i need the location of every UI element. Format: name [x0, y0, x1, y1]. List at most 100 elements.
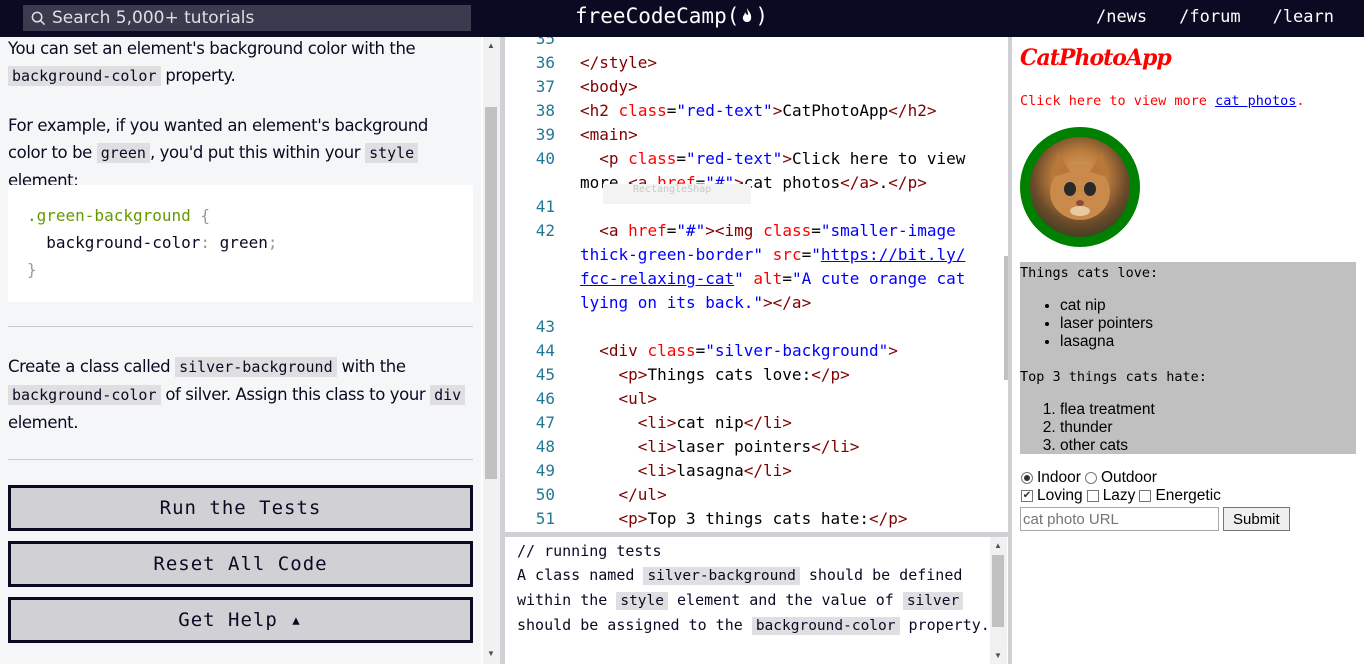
console-header: // running tests [517, 542, 662, 560]
scrollbar-thumb[interactable] [485, 107, 497, 479]
instruction-paragraph: For example, if you wanted an element's … [8, 116, 428, 190]
line-number: 42 [535, 221, 555, 240]
top-nav: Search 5,000+ tutorials freeCodeCamp ( )… [0, 0, 1364, 37]
code-line: <main> [580, 125, 638, 144]
code-editor[interactable]: 35 36 </style> 37 <body> 38 <h2 class="r… [505, 37, 1004, 532]
search-icon [31, 11, 46, 25]
outdoor-label: Outdoor [1100, 469, 1157, 486]
scrollbar-thumb[interactable] [992, 555, 1004, 627]
code-line: </style> [580, 53, 658, 72]
inline-code: style [365, 143, 419, 163]
line-number: 48 [535, 437, 555, 456]
line-number: 37 [535, 77, 555, 96]
example-code-block: .green-background { background-color: gr… [8, 185, 473, 302]
line-number: 41 [535, 197, 555, 216]
scroll-up-arrow-icon[interactable]: ▲ [487, 41, 495, 50]
scroll-up-arrow-icon[interactable]: ▲ [994, 541, 1002, 550]
line-number: 39 [535, 125, 555, 144]
code-line: <body> [580, 77, 638, 96]
line-number: 46 [535, 389, 555, 408]
inline-code: background-color [8, 66, 161, 86]
list-item: thunder [1060, 419, 1155, 437]
code-line: <p>Top 3 things cats hate:</p> [618, 509, 908, 528]
code-line: <a href="#"><img class="smaller-image [599, 221, 956, 240]
lazy-label: Lazy [1102, 487, 1136, 504]
code-line: <ul> [618, 389, 658, 408]
line-number: 49 [535, 461, 555, 480]
nav-links: /news /forum /learn [1096, 7, 1334, 27]
nav-link-forum[interactable]: /forum [1179, 7, 1240, 27]
list-item: flea treatment [1060, 401, 1155, 419]
console-message: A class named silver-background should b… [517, 566, 990, 635]
cat-photo-illustration [1050, 152, 1110, 220]
console-scrollbar[interactable]: ▲ ▼ [990, 537, 1007, 664]
preview-title: CatPhotoApp [1020, 45, 1172, 71]
code-line: <p>Things cats love:</p> [618, 365, 850, 384]
line-number: 35 [535, 37, 555, 48]
nav-link-news[interactable]: /news [1096, 7, 1147, 27]
get-help-button[interactable]: Get Help ▴ [8, 597, 473, 643]
code-line: fcc-relaxing-cat" alt="A cute orange cat [580, 269, 966, 288]
line-number: 38 [535, 101, 555, 120]
silver-background-div: Things cats love: cat nip laser pointers… [1020, 262, 1356, 454]
line-number: 50 [535, 485, 555, 504]
code-line: <li>lasagna</li> [637, 461, 792, 480]
hate-heading: Top 3 things cats hate: [1020, 369, 1207, 385]
freecodecamp-logo[interactable]: freeCodeCamp ( ) [575, 4, 768, 28]
list-item: laser pointers [1060, 315, 1153, 333]
logo-text: freeCodeCamp [575, 4, 727, 28]
inline-code: div [430, 385, 466, 405]
search-placeholder: Search 5,000+ tutorials [52, 8, 255, 28]
search-bar[interactable]: Search 5,000+ tutorials [23, 5, 471, 31]
loving-checkbox[interactable]: ✔ [1021, 490, 1033, 502]
line-number: 51 [535, 509, 555, 528]
test-output-console: // running tests A class named silver-ba… [505, 537, 992, 664]
instructions-pane: You can set an element's background colo… [0, 37, 481, 664]
lazy-checkbox[interactable] [1086, 490, 1099, 502]
line-number: 47 [535, 413, 555, 432]
cat-image[interactable] [1020, 127, 1140, 247]
indoor-label: Indoor [1037, 469, 1081, 486]
energetic-checkbox[interactable] [1139, 490, 1152, 502]
code-line: <h2 class="red-text">CatPhotoApp</h2> [580, 101, 937, 120]
preview-pane: CatPhotoApp Click here to view more cat … [1012, 37, 1364, 664]
loving-label: Loving [1037, 487, 1083, 504]
code-line: <p class="red-text">Click here to view [599, 149, 966, 168]
challenge-description: Create a class called silver-background … [0, 353, 470, 436]
submit-button[interactable]: Submit [1223, 507, 1290, 531]
code-line: <div class="silver-background"> [599, 341, 898, 360]
inline-code: green [96, 143, 150, 163]
love-heading: Things cats love: [1020, 265, 1159, 281]
line-number: 43 [535, 317, 555, 336]
scroll-down-arrow-icon[interactable]: ▼ [487, 649, 495, 658]
autocomplete-hint: RectangleShap [603, 184, 751, 204]
hate-list: flea treatment thunder other cats [1060, 401, 1155, 455]
reset-code-button[interactable]: Reset All Code [8, 541, 473, 587]
run-tests-button[interactable]: Run the Tests [8, 485, 473, 531]
inline-code: background-color [8, 385, 161, 405]
code-line: lying on its back."></a> [580, 293, 812, 312]
love-list: cat nip laser pointers lasagna [1060, 297, 1153, 351]
indoor-radio[interactable] [1021, 472, 1033, 484]
energetic-label: Energetic [1155, 487, 1221, 504]
divider [8, 459, 473, 460]
line-number: 36 [535, 53, 555, 72]
scroll-down-arrow-icon[interactable]: ▼ [994, 651, 1002, 660]
list-item: cat nip [1060, 297, 1153, 315]
outdoor-radio[interactable] [1084, 472, 1097, 484]
flame-icon [743, 8, 752, 22]
divider [8, 326, 473, 327]
code-line: thick-green-border" src="https://bit.ly/ [580, 245, 966, 264]
preview-paragraph: Click here to view more cat photos. [1020, 93, 1305, 109]
line-number: 45 [535, 365, 555, 384]
line-number: 40 [535, 149, 555, 168]
cat-photos-link[interactable]: cat photos [1215, 93, 1296, 109]
code-line: <li>cat nip</li> [637, 413, 792, 432]
cat-photo-url-input[interactable]: cat photo URL [1020, 507, 1219, 531]
cat-photo-form: Indoor Outdoor ✔ Loving Lazy Energetic c… [1020, 469, 1290, 531]
line-number: 44 [535, 341, 555, 360]
list-item: other cats [1060, 437, 1155, 455]
code-line: <li>laser pointers</li> [637, 437, 860, 456]
nav-link-learn[interactable]: /learn [1273, 7, 1334, 27]
instructions-scrollbar[interactable]: ▲ ▼ [483, 37, 500, 664]
